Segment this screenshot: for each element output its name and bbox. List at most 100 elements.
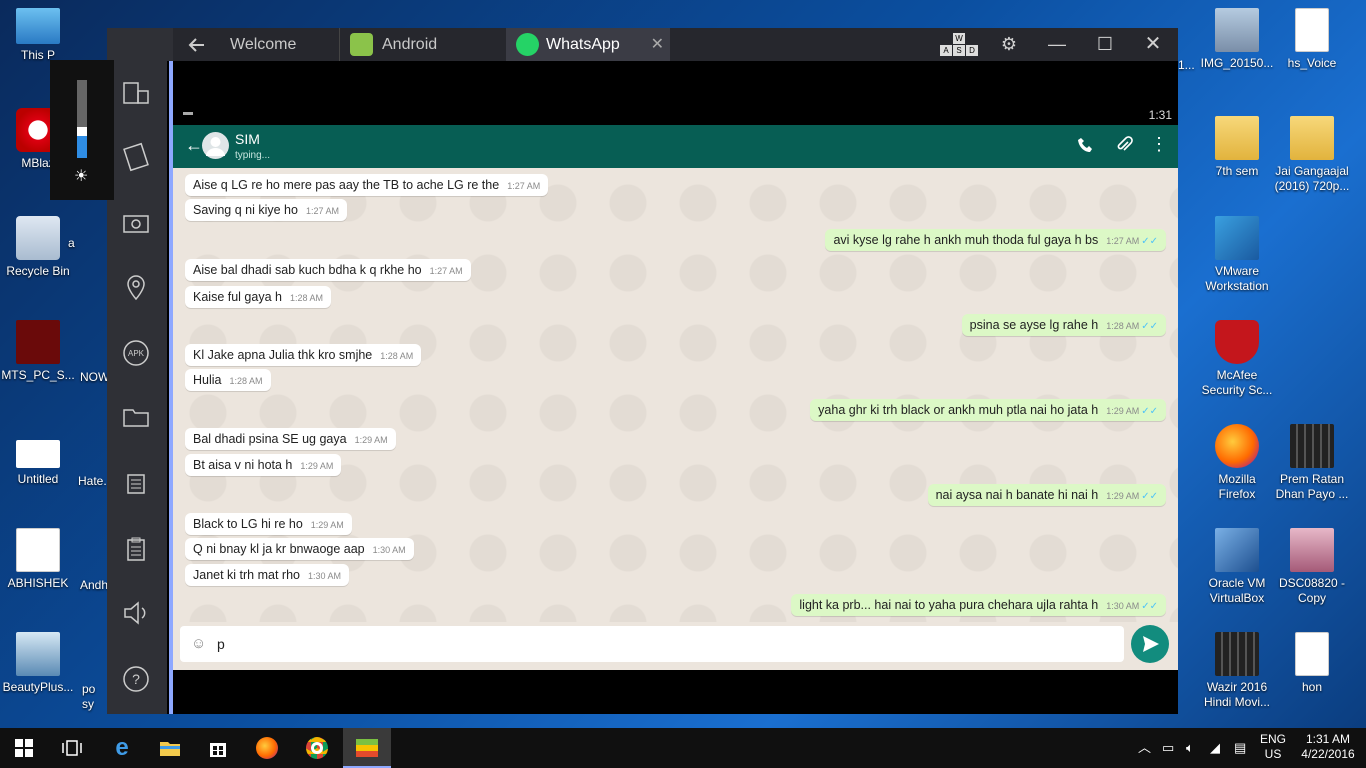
menu-button[interactable]: ⋮ — [1150, 135, 1168, 153]
whatsapp-chat-header: ← SIM typing... ⋮ — [173, 125, 1178, 168]
message-bubble-incoming[interactable]: Aise bal dhadi sab kuch bdha k q rkhe ho… — [185, 259, 471, 281]
desktop-icon-img[interactable]: IMG_20150... — [1199, 8, 1275, 71]
desktop-icon-mcafee[interactable]: McAfee Security Sc... — [1199, 320, 1275, 398]
phone-icon — [1078, 138, 1092, 152]
desktop-icon-hon[interactable]: hon — [1274, 632, 1350, 695]
desktop-icon-vmware[interactable]: VMware Workstation — [1199, 216, 1275, 294]
input-language[interactable]: ENG US — [1258, 732, 1288, 762]
desktop-icon-7th-sem[interactable]: 7th sem — [1199, 116, 1275, 179]
contact-name[interactable]: SIM — [235, 131, 260, 147]
back-button[interactable] — [173, 28, 221, 61]
message-bubble-incoming[interactable]: Kaise ful gaya h 1:28 AM — [185, 286, 331, 308]
message-bubble-incoming[interactable]: Aise q LG re ho mere pas aay the TB to a… — [185, 174, 549, 196]
message-bubble-outgoing[interactable]: light ka prb... hai nai to yaha pura che… — [791, 594, 1166, 616]
desktop-icon-beautyplus[interactable]: BeautyPlus... — [0, 632, 76, 695]
volume-icon[interactable]: 🔈︎ — [1186, 728, 1206, 768]
brightness-popup: ☀ — [50, 60, 114, 200]
folder-icon — [123, 409, 149, 427]
tab-android[interactable]: Android — [339, 28, 505, 61]
store-button[interactable] — [194, 728, 242, 768]
desktop-icon-firefox[interactable]: Mozilla Firefox — [1199, 424, 1275, 502]
android-screen: ▬ 1:31 ← SIM typing... ⋮ Aise q LG re ho… — [173, 61, 1178, 714]
message-bubble-incoming[interactable]: Black to LG hi re ho 1:29 AM — [185, 513, 352, 535]
desktop-icon-prem-ratan[interactable]: Prem Ratan Dhan Payo ... — [1274, 424, 1350, 502]
task-view-button[interactable] — [48, 728, 96, 768]
contact-status: typing... — [235, 150, 271, 161]
clipboard-icon — [127, 537, 145, 561]
shake-icon — [123, 142, 149, 172]
key-a: A — [940, 45, 952, 56]
desktop-icon-partial-andh[interactable]: Andh — [80, 578, 108, 593]
desktop-icon-this-pc[interactable]: This P — [0, 8, 76, 63]
emoji-icon[interactable]: ☺ — [191, 626, 206, 662]
desktop-icon-mts[interactable]: MTS_PC_S... — [0, 320, 76, 383]
tab-close-icon[interactable]: ✕ — [651, 28, 664, 61]
location-button[interactable] — [120, 271, 152, 303]
brightness-slider[interactable] — [77, 80, 87, 158]
bluestacks-taskbar-button[interactable] — [343, 728, 391, 768]
attach-button[interactable] — [1115, 136, 1133, 159]
action-center-icon[interactable]: ▤ — [1234, 728, 1254, 768]
document-icon — [16, 528, 60, 572]
message-bubble-incoming[interactable]: Bt aisa v ni hota h 1:29 AM — [185, 454, 342, 476]
windows-logo-icon — [15, 739, 33, 757]
folder-icon — [1290, 116, 1334, 160]
battery-icon[interactable]: ▭ — [1162, 728, 1182, 768]
shake-button[interactable] — [120, 141, 152, 173]
maximize-button[interactable]: ☐ — [1081, 28, 1129, 61]
show-hidden-icons-button[interactable]: ︿ — [1138, 728, 1154, 768]
message-bubble-incoming[interactable]: Saving q ni kiye ho 1:27 AM — [185, 199, 347, 221]
message-bubble-outgoing[interactable]: avi kyse lg rahe h ankh muh thoda ful ga… — [825, 229, 1166, 251]
rotate-screen-button[interactable] — [120, 77, 152, 109]
message-bubble-outgoing[interactable]: psina se ayse lg rahe h 1:28 AM ✓✓ — [961, 314, 1166, 336]
call-button[interactable] — [1077, 136, 1095, 159]
message-bubble-outgoing[interactable]: yaha ghr ki trh black or ankh muh ptla n… — [810, 399, 1166, 421]
chrome-taskbar-button[interactable] — [293, 728, 341, 768]
message-bubble-incoming[interactable]: Hulia 1:28 AM — [185, 369, 271, 391]
close-button[interactable]: ✕ — [1129, 28, 1177, 61]
paste-button[interactable] — [120, 533, 152, 565]
copy-button[interactable] — [120, 467, 152, 499]
volume-button[interactable] — [120, 597, 152, 629]
file-explorer-button[interactable] — [146, 728, 194, 768]
desktop-icon-partial-now[interactable]: NOW — [80, 370, 110, 385]
avatar[interactable] — [202, 132, 229, 159]
send-button[interactable] — [1131, 625, 1169, 663]
message-input[interactable]: ☺ p — [180, 626, 1124, 662]
message-bubble-incoming[interactable]: Q ni bnay kl ja kr bnwaoge aap 1:30 AM — [185, 538, 414, 560]
folder-button[interactable] — [120, 401, 152, 433]
desktop-icon-dsc08820[interactable]: DSC08820 - Copy — [1274, 528, 1350, 606]
desktop-icon-abhishek[interactable]: ABHISHEK — [0, 528, 76, 591]
desktop-icon-jai-gangaajal[interactable]: Jai Gangaajal (2016) 720p... — [1274, 116, 1350, 194]
tab-welcome[interactable]: Welcome — [217, 28, 337, 61]
desktop-icon-untitled[interactable]: Untitled — [0, 440, 76, 487]
message-bubble-incoming[interactable]: Janet ki trh mat rho 1:30 AM — [185, 564, 350, 586]
start-button[interactable] — [0, 728, 48, 768]
desktop-icon-wazir[interactable]: Wazir 2016 Hindi Movi... — [1199, 632, 1275, 710]
desktop-icon-recycle-bin[interactable]: Recycle Bin — [0, 216, 76, 279]
back-arrow-icon[interactable]: ← — [185, 135, 203, 156]
apk-icon: APK — [123, 340, 149, 366]
install-apk-button[interactable]: APK — [120, 337, 152, 369]
edge-button[interactable]: e — [98, 728, 146, 768]
message-bubble-incoming[interactable]: Kl Jake apna Julia thk kro smjhe 1:28 AM — [185, 344, 422, 366]
network-icon[interactable]: ◢ — [1210, 728, 1230, 768]
desktop-icon-virtualbox[interactable]: Oracle VM VirtualBox — [1199, 528, 1275, 606]
brightness-slider-thumb[interactable] — [77, 127, 87, 136]
help-button[interactable]: ? — [120, 663, 152, 695]
camera-button[interactable] — [120, 207, 152, 239]
keyboard-mapping-button[interactable]: W A S D — [939, 33, 981, 57]
tab-whatsapp[interactable]: WhatsApp ✕ — [506, 28, 670, 61]
image-icon — [16, 440, 60, 468]
copy-icon — [127, 474, 145, 494]
settings-button[interactable]: ⚙ — [985, 28, 1033, 61]
message-bubble-outgoing[interactable]: nai aysa nai h banate hi nai h 1:29 AM ✓✓ — [927, 484, 1166, 506]
desktop-icon-partial-posy[interactable]: po sy — [82, 682, 108, 712]
desktop-icon-partial-a[interactable]: a — [68, 236, 108, 251]
taskbar-clock[interactable]: 1:31 AM 4/22/2016 — [1294, 732, 1362, 762]
desktop-icon-hs-voice[interactable]: hs_Voice — [1274, 8, 1350, 71]
message-bubble-incoming[interactable]: Bal dhadi psina SE ug gaya 1:29 AM — [185, 428, 396, 450]
desktop-icon-partial-hate[interactable]: Hate. — [78, 474, 108, 489]
firefox-taskbar-button[interactable] — [243, 728, 291, 768]
minimize-button[interactable]: — — [1033, 28, 1081, 61]
